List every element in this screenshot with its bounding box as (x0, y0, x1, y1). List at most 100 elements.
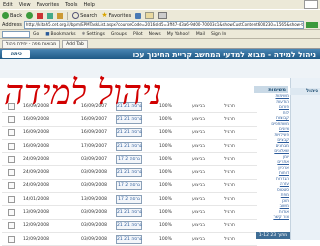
back-button[interactable]: Back (0, 12, 24, 20)
progress-value: 100% (159, 183, 172, 189)
print-button[interactable] (156, 12, 169, 20)
toolbar-divider (67, 11, 69, 20)
type-text: תרגיל (224, 183, 235, 189)
menu-favorites[interactable]: Favorites (34, 2, 63, 8)
gear-icon: ✱ (81, 31, 86, 37)
table-row[interactable]: 24/09/2008 03/09/2008 21 גרסה 21 100% בב… (2, 166, 257, 180)
progress-value: 100% (159, 103, 172, 109)
search-button[interactable]: Search (70, 12, 99, 20)
version-link[interactable]: 21 גרסה 21 (116, 221, 142, 231)
pagination[interactable]: 1-12 מתוך 23 (256, 232, 290, 239)
progress-value: 100% (159, 156, 172, 162)
tab-strip: מבואות מפה - יחידת ניהול Add Tab (0, 39, 320, 49)
menu-edit[interactable]: Edit (0, 2, 16, 8)
table-row[interactable]: 14/01/2008 13/09/2008 17 גרסה 2 100% בבי… (2, 193, 257, 207)
type-text: תרגיל (224, 143, 235, 149)
start-date: 17/09/2007 (81, 143, 107, 149)
toolbar-mail[interactable]: Mail (193, 32, 208, 37)
forward-arrow-icon (26, 12, 34, 19)
due-date: 12/09/2008 (23, 236, 49, 242)
document-icon (8, 142, 15, 150)
menu-view[interactable]: View (16, 2, 34, 8)
start-date: 03/09/2008 (81, 170, 107, 176)
history-button[interactable] (133, 12, 143, 20)
tab-add[interactable]: Add Tab (62, 40, 88, 48)
menu-tools[interactable]: Tools (62, 2, 80, 8)
version-link[interactable]: 17 גרסה 2 (116, 181, 142, 191)
version-link[interactable]: 21 גרסה 21 (116, 114, 142, 124)
bookmark-icon: ■ (45, 31, 50, 37)
stop-button[interactable] (35, 12, 45, 20)
progress-value: 100% (159, 170, 172, 176)
toolbar-pilot[interactable]: Pilot (130, 32, 146, 37)
progress-value: 100% (159, 116, 172, 122)
start-date: 13/09/2008 (81, 196, 107, 202)
forward-button[interactable] (24, 12, 35, 20)
version-link[interactable]: 21 גרסה 21 (116, 168, 142, 178)
windows-logo-icon (304, 0, 318, 9)
table-row[interactable]: 24/09/2008 03/09/2008 17 גרסה 2 100% בבי… (2, 180, 257, 194)
due-date: 24/09/2008 (23, 170, 49, 176)
progress-value: 100% (159, 130, 172, 136)
history-icon (135, 12, 142, 19)
start-date: 03/09/2007 (81, 156, 107, 162)
refresh-button[interactable] (45, 12, 55, 20)
home-icon (57, 12, 64, 19)
menu-help[interactable]: Help (80, 2, 97, 8)
favorites-button[interactable]: ★ Favorites (99, 12, 133, 20)
nav-link[interactable]: צור קשר (257, 214, 289, 220)
toolbar-settings[interactable]: ✱ Settings (79, 32, 108, 37)
version-link[interactable]: 21 גרסה 21 (116, 234, 142, 244)
tab-current[interactable]: מבואות מפה - יחידת ניהול (2, 40, 61, 48)
version-link[interactable]: 21 גרסה 21 (116, 141, 142, 151)
refresh-icon (47, 12, 54, 19)
toolbar-search-input[interactable] (2, 30, 30, 38)
progress-value: 100% (159, 236, 172, 242)
version-link[interactable]: 21 גרסה 21 (116, 208, 142, 218)
go-button[interactable] (306, 22, 318, 28)
stop-icon (37, 12, 44, 19)
document-icon (8, 129, 15, 137)
table-row[interactable]: 12/09/2008 03/09/2008 21 גרסה 21 100% בב… (2, 220, 257, 233)
version-link[interactable]: 17 גרסה 2 (116, 194, 142, 204)
status-text: בביצוע (192, 236, 205, 242)
type-text: תרגיל (224, 156, 235, 162)
status-text: בביצוע (192, 130, 205, 136)
document-icon (8, 235, 15, 243)
table-row[interactable]: 13/09/2008 03/09/2008 21 גרסה 21 100% בב… (2, 206, 257, 220)
search-toolbar: Go ■ Bookmarks ✱ Settings Groups Pilot New… (0, 30, 320, 39)
status-text: בביצוע (192, 210, 205, 216)
toolbar-go[interactable]: Go (30, 32, 42, 37)
mail-button[interactable] (143, 12, 156, 20)
due-date: 16/09/2008 (23, 143, 49, 149)
table-row[interactable]: 16/09/2008 17/09/2007 21 גרסה 21 100% בב… (2, 140, 257, 154)
due-date: 16/09/2008 (23, 130, 49, 136)
document-icon (8, 169, 15, 177)
table-row[interactable]: 16/09/2008 16/09/2007 21 גרסה 21 100% בב… (2, 127, 257, 140)
due-date: 14/01/2008 (23, 196, 49, 202)
toolbar-my-yahoo[interactable]: My Yahoo! (164, 32, 193, 37)
handwritten-text: ניהול למידה (4, 73, 160, 113)
toolbar-news[interactable]: News (146, 32, 164, 37)
due-date: 24/09/2008 (23, 183, 49, 189)
table-row[interactable]: 12/09/2008 03/09/2008 21 גרסה 21 100% בב… (2, 233, 257, 246)
toolbar-groups[interactable]: Groups (108, 32, 130, 37)
toolbar-bookmarks[interactable]: ■ Bookmarks (42, 32, 78, 37)
due-date: 16/09/2008 (23, 116, 49, 122)
type-text: תרגיל (224, 210, 235, 216)
site-logo[interactable]: כיתה (2, 50, 30, 58)
search-icon (72, 12, 80, 19)
handwritten-annotation: ניהול למידה (4, 73, 160, 113)
version-link[interactable]: 21 גרסה 21 (116, 128, 142, 138)
document-icon (8, 155, 15, 163)
home-button[interactable] (55, 12, 65, 20)
version-link[interactable]: 17 גרסה 2 (116, 154, 142, 164)
due-date: 24/09/2008 (23, 156, 49, 162)
address-field[interactable]: http://kitah5.cet.org.il/bpm/EPMTaskList… (23, 21, 304, 29)
start-date: 03/09/2008 (81, 183, 107, 189)
type-text: תרגיל (224, 116, 235, 122)
table-row[interactable]: 24/09/2008 03/09/2007 17 גרסה 2 100% בבי… (2, 153, 257, 167)
star-icon: ★ (101, 11, 108, 19)
toolbar-sign-in[interactable]: Sign In (208, 32, 229, 37)
start-date: 16/09/2007 (81, 116, 107, 122)
